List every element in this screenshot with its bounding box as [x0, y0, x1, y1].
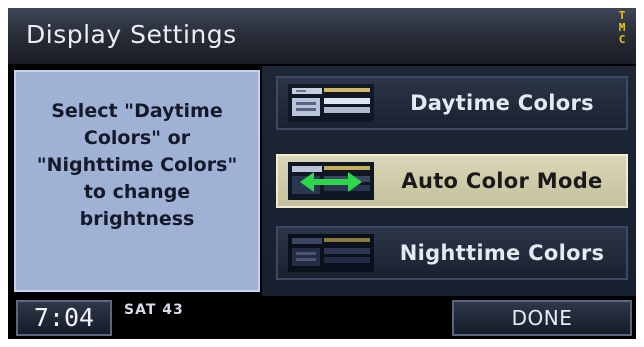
instruction-line-3: "Nighttime Colors" [36, 154, 238, 176]
status-bar: 7:04 SAT 43 DONE [8, 296, 636, 339]
auto-color-mode-thumbnail-icon [288, 162, 374, 200]
page-title: Display Settings [26, 20, 237, 49]
day-temperature: SAT 43 [124, 302, 184, 318]
instruction-line-5: brightness [79, 208, 195, 230]
auto-color-mode-button[interactable]: Auto Color Mode [276, 154, 628, 208]
nighttime-colors-button[interactable]: Nighttime Colors [276, 226, 628, 280]
instruction-text: Select "Daytime Colors" or "Nighttime Co… [16, 98, 258, 233]
nighttime-colors-thumbnail-icon [288, 234, 374, 272]
daytime-colors-button[interactable]: Daytime Colors [276, 76, 628, 130]
instruction-line-2: Colors" or [83, 127, 191, 149]
display-settings-screen: Display Settings T M C Select "Daytime C… [8, 8, 636, 339]
instruction-line-4: to change [83, 181, 191, 203]
title-bar: Display Settings T M C [8, 8, 636, 64]
nighttime-colors-label: Nighttime Colors [399, 241, 605, 265]
daytime-colors-label: Daytime Colors [410, 91, 594, 115]
done-button[interactable]: DONE [452, 300, 632, 336]
color-mode-options: Daytime Colors Auto Color Mode Nighttime… [262, 66, 636, 296]
tmc-status-badge: T M C [616, 10, 628, 46]
auto-color-mode-label: Auto Color Mode [401, 169, 603, 193]
tmc-letter-c: C [618, 33, 626, 46]
instruction-line-1: Select "Daytime [51, 100, 223, 122]
instruction-panel: Select "Daytime Colors" or "Nighttime Co… [14, 70, 260, 292]
clock-display[interactable]: 7:04 [16, 300, 112, 336]
daytime-colors-thumbnail-icon [288, 84, 374, 122]
